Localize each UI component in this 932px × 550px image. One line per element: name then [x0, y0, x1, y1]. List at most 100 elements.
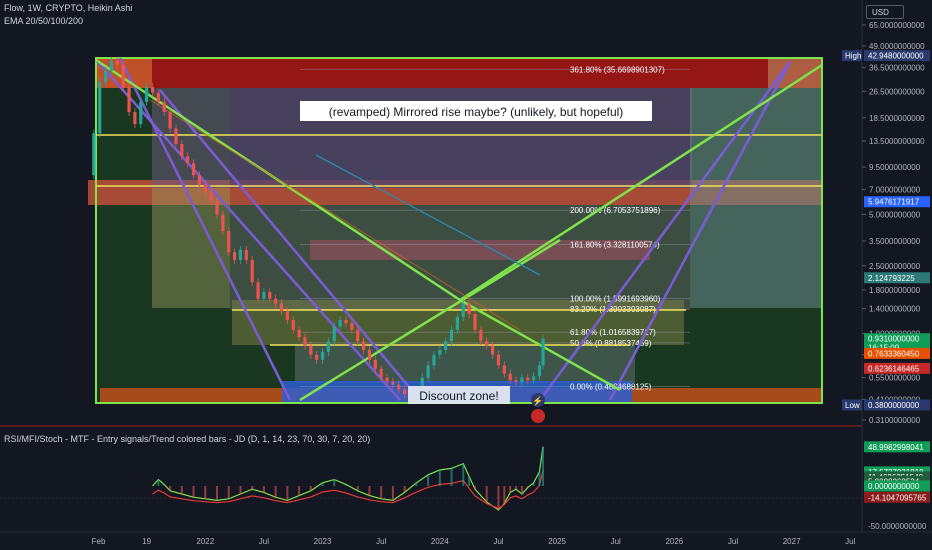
candle-body	[502, 365, 506, 374]
indicator-legend[interactable]: RSI/MFI/Stoch - MTF - Entry signals/Tren…	[4, 434, 370, 444]
discount-label-text: Discount zone!	[419, 389, 498, 403]
time-tick-label: 2025	[548, 537, 566, 546]
price-label-value: 42.9480000000	[868, 52, 924, 61]
candle-body	[180, 143, 184, 157]
candle-body	[373, 359, 377, 369]
time-tick-label: 2026	[665, 537, 683, 546]
candle-body	[244, 249, 248, 261]
candle-body	[279, 303, 284, 312]
candle-body	[541, 338, 545, 366]
candle-body	[326, 341, 331, 352]
time-tick-label: Jul	[259, 537, 269, 546]
time-tick-label: 2027	[783, 537, 801, 546]
candle-body	[209, 191, 213, 202]
oscillator-tick-label: -50.0000000000	[868, 522, 927, 531]
candle-body	[197, 175, 202, 185]
candle-body	[268, 292, 272, 299]
fib-label: 361.80% (35.6698901307)	[570, 65, 665, 74]
candle-body	[426, 365, 430, 378]
price-tick-label: 3.5000000000	[869, 237, 921, 246]
time-tick-label: Jul	[845, 537, 855, 546]
candle-body	[227, 231, 231, 253]
price-tick-label: 1.8000000000	[869, 286, 921, 295]
red-top-zone	[96, 58, 822, 88]
price-tick-label: 49.0000000000	[869, 42, 925, 51]
candle-body	[309, 345, 313, 355]
candle-body	[344, 319, 348, 324]
time-tick-label: Jul	[493, 537, 503, 546]
fib-label: 200.00% (6.7053751896)	[570, 206, 661, 215]
candle-body	[297, 329, 301, 338]
candle-body	[379, 368, 383, 378]
trading-chart[interactable]: 361.80% (35.6698901307) 200.00% (6.705375…	[0, 0, 932, 550]
price-tick-label: 5.0000000000	[869, 211, 921, 220]
candle-body	[262, 292, 266, 299]
candle-body	[232, 252, 237, 261]
candle-body	[98, 82, 102, 134]
candle-body	[444, 341, 448, 350]
candle-body	[455, 316, 460, 330]
candle-body	[449, 329, 454, 342]
price-label-value: 0.7633360450	[868, 349, 920, 358]
candle-body	[139, 101, 143, 125]
candle-body	[150, 87, 155, 93]
price-tick-label: 7.0000000000	[869, 186, 921, 195]
candle-body	[285, 311, 289, 320]
candle-body	[215, 201, 219, 215]
candle-body	[145, 87, 149, 102]
candle-body	[238, 249, 243, 261]
candle-body	[162, 101, 166, 113]
candle-body	[133, 112, 137, 125]
time-tick-label: Jul	[728, 537, 738, 546]
price-label-value: 2.124793225	[868, 274, 915, 283]
price-label-value: 0.6236146465	[868, 364, 920, 373]
candle-body	[361, 341, 366, 350]
fib-label: 161.80% (3.3281100574)	[570, 241, 660, 250]
price-tick-label: 65.0000000000	[869, 21, 925, 30]
ema-legend[interactable]: EMA 20/50/100/200	[4, 16, 83, 26]
price-label-value: 0.3800000000	[868, 401, 920, 410]
candle-body	[403, 389, 407, 395]
teal-right-zone	[690, 88, 822, 308]
candle-body	[320, 351, 325, 360]
candle-body	[467, 303, 471, 315]
candle-body	[303, 337, 307, 346]
price-label-value: 5.9476171917	[868, 198, 920, 207]
price-tick-label: 0.5500000000	[869, 374, 921, 383]
candle-body	[92, 133, 96, 176]
time-tick-label: 2023	[314, 537, 332, 546]
candle-body	[520, 377, 524, 382]
candle-body	[127, 87, 131, 113]
lightning-icon: ⚡	[532, 395, 543, 407]
candle-body	[274, 298, 278, 304]
symbol-title[interactable]: Flow, 1W, CRYPTO, Heikin Ashi	[4, 3, 132, 13]
price-tick-label: 26.5000000000	[869, 87, 925, 96]
candle-body	[537, 365, 542, 377]
candle-body	[385, 377, 389, 382]
candle-body	[391, 381, 395, 385]
extreme-tag-label: Low	[845, 401, 860, 410]
candle-body	[221, 214, 225, 232]
candle-body	[174, 128, 178, 144]
candle-body	[356, 329, 360, 342]
candle-body	[514, 380, 518, 382]
candle-body	[291, 319, 295, 330]
candle-body	[332, 326, 336, 342]
candle-body	[438, 349, 442, 355]
oscillator-tick-label: 0.0000000000	[868, 482, 920, 491]
candle-body	[461, 303, 465, 317]
candle-body	[121, 64, 125, 88]
candle-body	[109, 60, 114, 71]
time-tick-label: 19	[142, 537, 151, 546]
price-tick-label: 9.5000000000	[869, 163, 921, 172]
price-tick-label: 1.4000000000	[869, 305, 921, 314]
candle-body	[338, 319, 342, 327]
candle-body	[532, 376, 536, 381]
price-tick-label: 36.5000000000	[869, 64, 925, 73]
grey-lower-zone	[295, 345, 635, 383]
candle-body	[250, 260, 254, 283]
currency-selector[interactable]: USD	[866, 5, 904, 19]
event-flag-icon[interactable]	[531, 409, 545, 423]
price-tick-label: 13.5000000000	[869, 137, 925, 146]
candle-body	[191, 163, 196, 176]
